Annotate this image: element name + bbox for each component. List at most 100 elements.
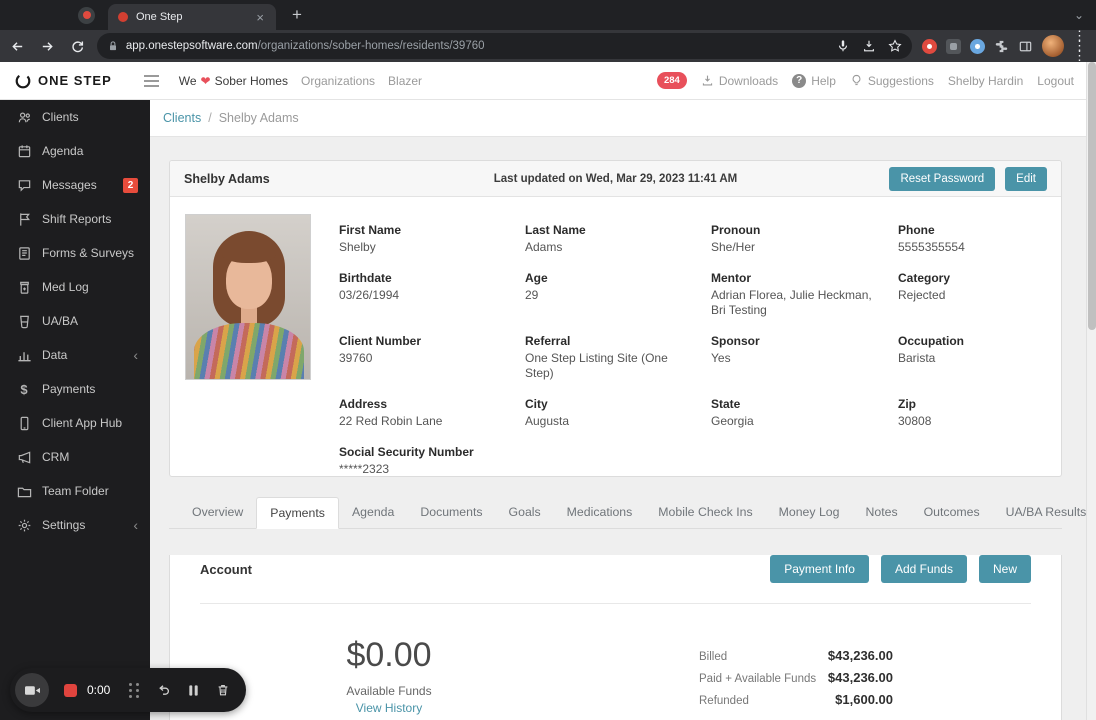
puzzle-extensions-icon[interactable] — [994, 39, 1009, 54]
view-history-link[interactable]: View History — [200, 701, 578, 715]
tab-close-icon[interactable]: × — [252, 9, 268, 26]
page-scrollbar[interactable] — [1086, 62, 1096, 720]
field-value: Augusta — [525, 414, 570, 428]
bookmark-star-icon[interactable] — [888, 39, 902, 53]
main-content: Shelby Adams Last updated on Wed, Mar 29… — [150, 137, 1096, 720]
reload-icon[interactable] — [65, 34, 89, 58]
sidebar-item-shift-reports[interactable]: Shift Reports — [0, 202, 150, 236]
sidebar-item-messages[interactable]: Messages 2 — [0, 168, 150, 202]
sidebar-item-label: UA/BA — [42, 314, 79, 328]
microphone-icon[interactable] — [836, 39, 850, 53]
tab-mobile-check-ins[interactable]: Mobile Check Ins — [645, 497, 765, 528]
suggestions-link[interactable]: Suggestions — [850, 74, 934, 88]
downloads-link[interactable]: Downloads — [701, 74, 778, 88]
summary-row-billed: Billed $43,236.00 — [699, 644, 893, 666]
sidebar-item-label: Team Folder — [42, 484, 109, 498]
app-header: ONE STEP We ❤ Sober Homes Organizations … — [0, 62, 1096, 100]
sidebar-item-label: Settings — [42, 518, 86, 532]
tab-payments[interactable]: Payments — [256, 497, 339, 529]
breadcrumb-clients-link[interactable]: Clients — [163, 111, 201, 125]
tab-outcomes[interactable]: Outcomes — [911, 497, 993, 528]
field-label: Occupation — [898, 334, 965, 348]
nav-blazer[interactable]: Blazer — [388, 74, 422, 88]
recorder-extension-icon[interactable] — [922, 38, 938, 54]
hamburger-menu-icon[interactable] — [143, 74, 159, 87]
logout-link[interactable]: Logout — [1037, 74, 1074, 88]
nav-organizations[interactable]: Organizations — [301, 74, 375, 88]
org-we-text: We — [178, 73, 197, 88]
tab-medications[interactable]: Medications — [554, 497, 646, 528]
crm-icon — [16, 450, 32, 465]
back-icon[interactable] — [6, 34, 30, 58]
notification-badge[interactable]: 284 — [656, 72, 687, 89]
sidebar-item-data[interactable]: Data ‹ — [0, 338, 150, 372]
tab-search-chevron-icon[interactable]: ⌄ — [1074, 8, 1084, 22]
add-funds-button[interactable]: Add Funds — [880, 555, 967, 583]
tab-overview[interactable]: Overview — [179, 497, 256, 528]
browser-menu-kebab-icon[interactable]: ⋮ ⋮ ⋮ — [1073, 29, 1086, 62]
tab-notes[interactable]: Notes — [852, 497, 910, 528]
field-state: State Georgia — [711, 397, 898, 429]
onestep-logo: ONE STEP — [14, 72, 112, 90]
sidebar-item-crm[interactable]: CRM — [0, 440, 150, 474]
extension-icon[interactable] — [946, 38, 962, 54]
forward-icon[interactable] — [36, 34, 60, 58]
tab-documents[interactable]: Documents — [407, 497, 495, 528]
payments-panel: Account Payment Info Add Funds New $0.00… — [169, 555, 1062, 720]
new-button[interactable]: New — [978, 555, 1031, 583]
brand-text: ONE STEP — [38, 73, 112, 88]
stop-recording-button[interactable] — [64, 683, 77, 697]
drag-handle-icon[interactable] — [129, 682, 140, 698]
summary-row-refunded: Refunded $1,600.00 — [699, 688, 893, 710]
field-value: One Step Listing Site (One Step) — [525, 351, 668, 380]
camera-icon — [24, 685, 40, 695]
sidebar-item-med-log[interactable]: Med Log — [0, 270, 150, 304]
browser-tab-strip: One Step × + ⌄ — [0, 0, 1096, 30]
browser-profile-avatar[interactable] — [1042, 35, 1064, 57]
field-birthdate: Birthdate 03/26/1994 — [339, 271, 525, 318]
user-name[interactable]: Shelby Hardin — [948, 74, 1023, 88]
field-label: Age — [525, 271, 548, 285]
tab-title: One Step — [136, 11, 183, 23]
sidebar-item-payments[interactable]: $ Payments — [0, 372, 150, 406]
field-first-name: First Name Shelby — [339, 223, 525, 255]
delete-recording-icon[interactable] — [216, 683, 230, 697]
edit-button[interactable]: Edit — [1005, 166, 1047, 191]
field-label: Social Security Number — [339, 445, 474, 459]
summary-label: Billed — [699, 650, 728, 663]
sidebar-item-settings[interactable]: Settings ‹ — [0, 508, 150, 542]
payment-info-button[interactable]: Payment Info — [770, 555, 869, 583]
sidebar-item-agenda[interactable]: Agenda — [0, 134, 150, 168]
reset-password-button[interactable]: Reset Password — [889, 166, 996, 191]
browser-tab[interactable]: One Step × — [108, 4, 276, 30]
clients-icon — [16, 110, 32, 125]
chevron-collapse-icon: ‹ — [133, 347, 138, 363]
screen-recorder-toolbar: 0:00 — [10, 668, 247, 712]
pause-recording-icon[interactable] — [187, 684, 200, 697]
download-page-icon[interactable] — [862, 39, 876, 53]
tab-uaba-results[interactable]: UA/BA Results — [993, 497, 1096, 528]
sidebar-item-client-app-hub[interactable]: Client App Hub — [0, 406, 150, 440]
camera-bubble[interactable] — [15, 673, 49, 707]
restart-recording-icon[interactable] — [156, 683, 171, 698]
url-bar[interactable]: app.onestepsoftware.com /organizations/s… — [96, 33, 913, 59]
sidebar-item-clients[interactable]: Clients — [0, 100, 150, 134]
tab-goals[interactable]: Goals — [496, 497, 554, 528]
sidebar-item-forms-surveys[interactable]: Forms & Surveys — [0, 236, 150, 270]
url-domain: app.onestepsoftware.com — [125, 40, 258, 52]
new-tab-button[interactable]: + — [286, 5, 308, 25]
extension-icon-blue[interactable] — [970, 38, 986, 54]
current-org[interactable]: We ❤ Sober Homes — [179, 74, 288, 88]
tab-agenda[interactable]: Agenda — [339, 497, 407, 528]
help-link[interactable]: ? Help — [792, 73, 836, 88]
field-label: Pronoun — [711, 223, 761, 237]
client-detail-card: Shelby Adams Last updated on Wed, Mar 29… — [169, 160, 1062, 477]
field-label: Referral — [525, 334, 571, 348]
sidebar-item-label: Messages — [42, 178, 97, 192]
sidebar-item-team-folder[interactable]: Team Folder — [0, 474, 150, 508]
side-panel-icon[interactable] — [1018, 39, 1033, 54]
tab-money-log[interactable]: Money Log — [766, 497, 853, 528]
field-value: Georgia — [711, 414, 754, 428]
sidebar-item-uaba[interactable]: UA/BA — [0, 304, 150, 338]
scrollbar-thumb[interactable] — [1088, 62, 1096, 330]
